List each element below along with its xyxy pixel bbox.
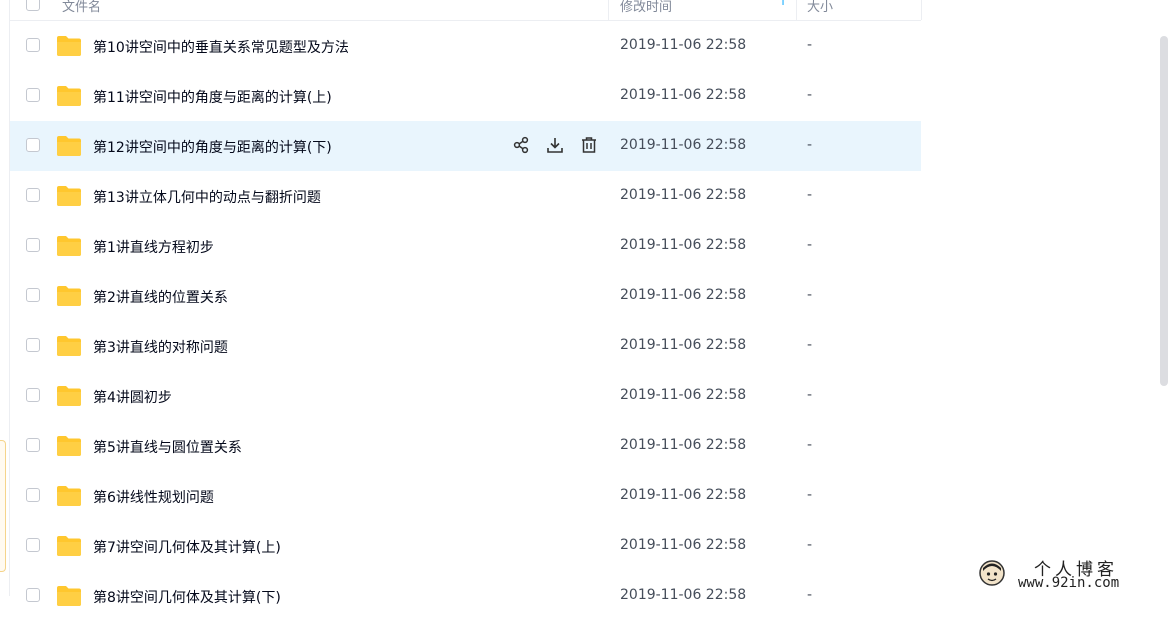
row-checkbox[interactable] (26, 138, 40, 152)
folder-icon (57, 586, 81, 606)
table-row[interactable]: 第12讲空间中的角度与距离的计算(下) 2019-11-06 22:58 - (10, 121, 921, 171)
row-checkbox[interactable] (26, 388, 40, 402)
modified-time: 2019-11-06 22:58 (620, 487, 747, 503)
folder-icon (57, 136, 81, 156)
modified-time: 2019-11-06 22:58 (620, 437, 747, 453)
file-name[interactable]: 第1讲直线方程初步 (93, 237, 214, 257)
row-actions (510, 134, 600, 158)
delete-icon[interactable] (578, 134, 600, 156)
table-row[interactable]: 第11讲空间中的角度与距离的计算(上) 2019-11-06 22:58 - (10, 71, 921, 121)
table-row[interactable]: 第7讲空间几何体及其计算(上) 2019-11-06 22:58 - (10, 521, 921, 571)
table-row[interactable]: 第10讲空间中的垂直关系常见题型及方法 2019-11-06 22:58 - (10, 21, 921, 71)
table-row[interactable]: 第3讲直线的对称问题 2019-11-06 22:58 - (10, 321, 921, 371)
folder-icon (57, 36, 81, 56)
table-row[interactable]: 第2讲直线的位置关系 2019-11-06 22:58 - (10, 271, 921, 321)
folder-icon (57, 336, 81, 356)
watermark: 个人博客 www.92in.com (970, 555, 1162, 595)
folder-icon (57, 486, 81, 506)
watermark-logo-icon (979, 560, 1005, 586)
table-row[interactable]: 第13讲立体几何中的动点与翻折问题 2019-11-06 22:58 - (10, 171, 921, 221)
folder-icon (57, 436, 81, 456)
file-name[interactable]: 第8讲空间几何体及其计算(下) (93, 587, 281, 607)
file-name[interactable]: 第10讲空间中的垂直关系常见题型及方法 (93, 37, 349, 57)
file-size: - (807, 237, 813, 253)
folder-icon (57, 286, 81, 306)
file-size: - (807, 337, 813, 353)
modified-time: 2019-11-06 22:58 (620, 587, 747, 603)
row-checkbox[interactable] (26, 438, 40, 452)
folder-icon (57, 236, 81, 256)
modified-time: 2019-11-06 22:58 (620, 187, 747, 203)
header-divider (921, 0, 922, 20)
file-name[interactable]: 第2讲直线的位置关系 (93, 287, 228, 307)
table-row[interactable]: 第5讲直线与圆位置关系 2019-11-06 22:58 - (10, 421, 921, 471)
folder-icon (57, 186, 81, 206)
select-all-checkbox[interactable] (26, 0, 40, 11)
file-size: - (807, 587, 813, 603)
table-row[interactable]: 第6讲线性规划问题 2019-11-06 22:58 - (10, 471, 921, 521)
table-row[interactable]: 第4讲圆初步 2019-11-06 22:58 - (10, 371, 921, 421)
row-checkbox[interactable] (26, 38, 40, 52)
file-list-table: 文件名 修改时间 ↑ 大小 第10讲空间中的垂直关系常见题型及方法 2019-11… (10, 0, 922, 621)
header-name[interactable]: 文件名 (62, 0, 101, 15)
file-size: - (807, 437, 813, 453)
row-checkbox[interactable] (26, 238, 40, 252)
file-rows: 第10讲空间中的垂直关系常见题型及方法 2019-11-06 22:58- 第11讲… (10, 21, 921, 621)
table-row[interactable]: 第8讲空间几何体及其计算(下) 2019-11-06 22:58 - (10, 571, 921, 621)
file-name[interactable]: 第3讲直线的对称问题 (93, 337, 228, 357)
header-divider (796, 0, 797, 20)
row-checkbox[interactable] (26, 88, 40, 102)
file-size: - (807, 187, 813, 203)
file-name[interactable]: 第6讲线性规划问题 (93, 487, 214, 507)
modified-time: 2019-11-06 22:58 (620, 137, 747, 153)
file-size: - (807, 37, 813, 53)
row-checkbox[interactable] (26, 338, 40, 352)
sort-arrow-icon[interactable]: ↑ (778, 0, 788, 8)
left-panel-accent (0, 440, 6, 572)
table-header: 文件名 修改时间 ↑ 大小 (10, 0, 922, 21)
modified-time: 2019-11-06 22:58 (620, 387, 747, 403)
file-size: - (807, 537, 813, 553)
modified-time: 2019-11-06 22:58 (620, 537, 747, 553)
header-modified-time[interactable]: 修改时间 (620, 0, 672, 15)
share-icon[interactable] (510, 134, 532, 156)
modified-time: 2019-11-06 22:58 (620, 87, 747, 103)
file-size: - (807, 287, 813, 303)
folder-icon (57, 386, 81, 406)
file-name[interactable]: 第13讲立体几何中的动点与翻折问题 (93, 187, 321, 207)
file-size: - (807, 137, 813, 153)
modified-time: 2019-11-06 22:58 (620, 287, 747, 303)
folder-icon (57, 86, 81, 106)
file-name[interactable]: 第7讲空间几何体及其计算(上) (93, 537, 281, 557)
folder-icon (57, 536, 81, 556)
file-size: - (807, 87, 813, 103)
header-size[interactable]: 大小 (807, 0, 833, 15)
watermark-url: www.92in.com (1018, 575, 1120, 591)
file-name[interactable]: 第11讲空间中的角度与距离的计算(上) (93, 87, 332, 107)
vertical-scrollbar[interactable] (1160, 36, 1168, 386)
modified-time: 2019-11-06 22:58 (620, 37, 747, 53)
modified-time: 2019-11-06 22:58 (620, 337, 747, 353)
row-checkbox[interactable] (26, 488, 40, 502)
file-name[interactable]: 第4讲圆初步 (93, 387, 172, 407)
row-checkbox[interactable] (26, 288, 40, 302)
file-size: - (807, 387, 813, 403)
table-row[interactable]: 第1讲直线方程初步 2019-11-06 22:58 - (10, 221, 921, 271)
modified-time: 2019-11-06 22:58 (620, 237, 747, 253)
file-name[interactable]: 第12讲空间中的角度与距离的计算(下) (93, 137, 332, 157)
file-name[interactable]: 第5讲直线与圆位置关系 (93, 437, 242, 457)
row-checkbox[interactable] (26, 538, 40, 552)
row-checkbox[interactable] (26, 188, 40, 202)
file-size: - (807, 487, 813, 503)
row-checkbox[interactable] (26, 588, 40, 602)
header-divider (608, 0, 609, 20)
download-icon[interactable] (544, 134, 566, 156)
